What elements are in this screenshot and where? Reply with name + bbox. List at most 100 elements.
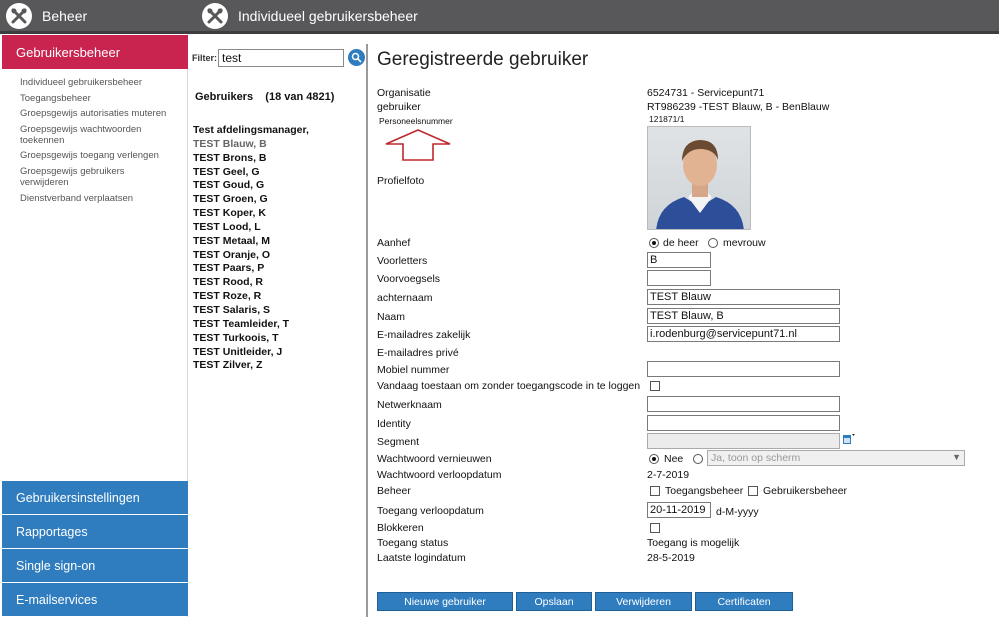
list-item[interactable]: TEST Metaal, M [193,235,363,249]
left-nav: Gebruikersbeheer Individueel gebruikersb… [0,34,188,617]
list-item[interactable]: TEST Unitleider, J [193,346,363,360]
subnav-item[interactable]: Groepsgewijs toegang verlengen [20,150,185,161]
list-item-selected[interactable]: TEST Blauw, B [193,138,363,152]
aanhef-label: Aanhef [377,237,411,249]
ww-verloop-value: 2-7-2019 [647,469,690,481]
new-user-button[interactable]: Nieuwe gebruiker [377,592,513,611]
nav-rapportages[interactable]: Rapportages [2,515,188,548]
tools-icon[interactable] [6,2,32,29]
list-item[interactable]: TEST Koper, K [193,207,363,221]
laatste-login-label: Laatste logindatum [377,552,466,564]
identity-label: Identity [377,418,411,430]
ww-select-dropdown[interactable]: Ja, toon op scherm ▼ [707,450,965,466]
ww-vernieuwen-label: Wachtwoord vernieuwen [377,453,492,465]
subnav-item[interactable]: toekennen [20,135,185,146]
radio-ja[interactable] [693,454,703,464]
netwerknaam-field[interactable] [647,396,840,412]
achternaam-label: achternaam [377,292,433,304]
naam-label: Naam [377,311,406,323]
radio-nee[interactable] [649,454,659,464]
top-bar: Beheer Individueel gebruikersbeheer [0,0,999,34]
filter-input[interactable] [218,49,344,67]
nav-gebruikersbeheer[interactable]: Gebruikersbeheer [2,35,188,69]
toegangsbeheer-label: Toegangsbeheer [665,485,744,497]
toegang-status-label: Toegang status [377,537,449,549]
list-item[interactable]: TEST Teamleider, T [193,318,363,332]
segment-field[interactable] [647,433,840,449]
save-button[interactable]: Opslaan [516,592,592,611]
vandaag-label: Vandaag toestaan om zonder toegangscode … [377,380,641,392]
profile-photo [647,126,751,230]
gebruikersbeheer-label: Gebruikersbeheer [763,485,848,497]
topbar-right-title: Individueel gebruikersbeheer [238,7,418,24]
chevron-down-icon: ▼ [952,452,961,462]
arrow-up-icon [385,129,451,161]
profielfoto-label: Profielfoto [377,175,425,187]
user-detail-panel: Geregistreerde gebruiker Organisatie 652… [368,34,999,617]
list-item[interactable]: TEST Oranje, O [193,249,363,263]
personeelsnummer-value: 121871/1 [649,114,685,124]
list-item[interactable]: TEST Geel, G [193,166,363,180]
list-item[interactable]: TEST Lood, L [193,221,363,235]
list-item[interactable]: TEST Turkoois, T [193,332,363,346]
subnav-item[interactable]: Groepsgewijs gebruikers [20,166,185,177]
subnav-item[interactable]: Toegangsbeheer [20,93,185,104]
page-title: Geregistreerde gebruiker [377,49,589,70]
identity-field[interactable] [647,415,840,431]
list-item[interactable]: TEST Salaris, S [193,304,363,318]
nav-single-sign-on[interactable]: Single sign-on [2,549,188,582]
gebruikersbeheer-checkbox[interactable] [748,486,758,496]
blokkeren-checkbox[interactable] [650,523,660,533]
email-prive-label: E-mailadres privé [377,347,459,359]
nav-gebruikersinstellingen[interactable]: Gebruikersinstellingen [2,481,188,514]
ww-select-value: Ja, toon op scherm [711,452,801,464]
ww-verloop-label: Wachtwoord verloopdatum [377,469,502,481]
toegang-verloop-field[interactable] [647,502,711,518]
list-item[interactable]: TEST Rood, R [193,276,363,290]
voorletters-label: Voorletters [377,255,428,267]
toegangsbeheer-checkbox[interactable] [650,486,660,496]
subnav-item[interactable]: Individueel gebruikersbeheer [20,77,185,88]
topbar-left-title: Beheer [42,7,88,24]
users-heading: Gebruikers (18 van 4821) [195,91,335,103]
de-heer-label: de heer [663,237,699,249]
subnav-item[interactable]: Groepsgewijs autorisaties muteren [20,108,185,119]
subnav-item[interactable]: Dienstverband verplaatsen [20,193,185,204]
list-item[interactable]: TEST Brons, B [193,152,363,166]
segment-label: Segment [377,436,420,448]
list-item[interactable]: TEST Groen, G [193,193,363,207]
vandaag-checkbox[interactable] [650,381,660,391]
subnav-item[interactable]: Groepsgewijs wachtwoorden [20,124,185,135]
list-item[interactable]: TEST Paars, P [193,262,363,276]
mobiel-label: Mobiel nummer [377,364,450,376]
voorvoegsels-label: Voorvoegsels [377,273,441,285]
certificates-button[interactable]: Certificaten [695,592,793,611]
naam-field[interactable] [647,308,840,324]
toegang-verloop-label: Toegang verloopdatum [377,505,484,517]
search-icon[interactable] [348,49,365,66]
blokkeren-label: Blokkeren [377,522,424,534]
list-item[interactable]: TEST Zilver, Z [193,359,363,373]
radio-mevrouw[interactable] [708,238,718,248]
toegang-status-value: Toegang is mogelijk [647,537,740,549]
delete-button[interactable]: Verwijderen [595,592,692,611]
beheer-label: Beheer [377,485,411,497]
nee-label: Nee [664,453,684,465]
list-item[interactable]: TEST Roze, R [193,290,363,304]
voorletters-field[interactable] [647,252,711,268]
list-item[interactable]: Test afdelingsmanager, [193,124,363,138]
organisatie-value: 6524731 - Servicepunt71 [647,87,765,99]
gebruiker-label: gebruiker [377,101,421,113]
nav-e-mailservices[interactable]: E-mailservices [2,583,188,616]
radio-de-heer[interactable] [649,238,659,248]
voorvoegsels-field[interactable] [647,270,711,286]
user-list: Test afdelingsmanager, TEST Blauw, B TES… [193,124,363,373]
mobiel-field[interactable] [647,361,840,377]
calendar-icon[interactable] [842,432,856,446]
achternaam-field[interactable] [647,289,840,305]
list-item[interactable]: TEST Goud, G [193,179,363,193]
subnav-item[interactable]: verwijderen [20,177,185,188]
email-zakelijk-field[interactable] [647,326,840,342]
tools-icon[interactable] [202,2,228,29]
subnav: Individueel gebruikersbeheer Toegangsbeh… [20,77,185,208]
